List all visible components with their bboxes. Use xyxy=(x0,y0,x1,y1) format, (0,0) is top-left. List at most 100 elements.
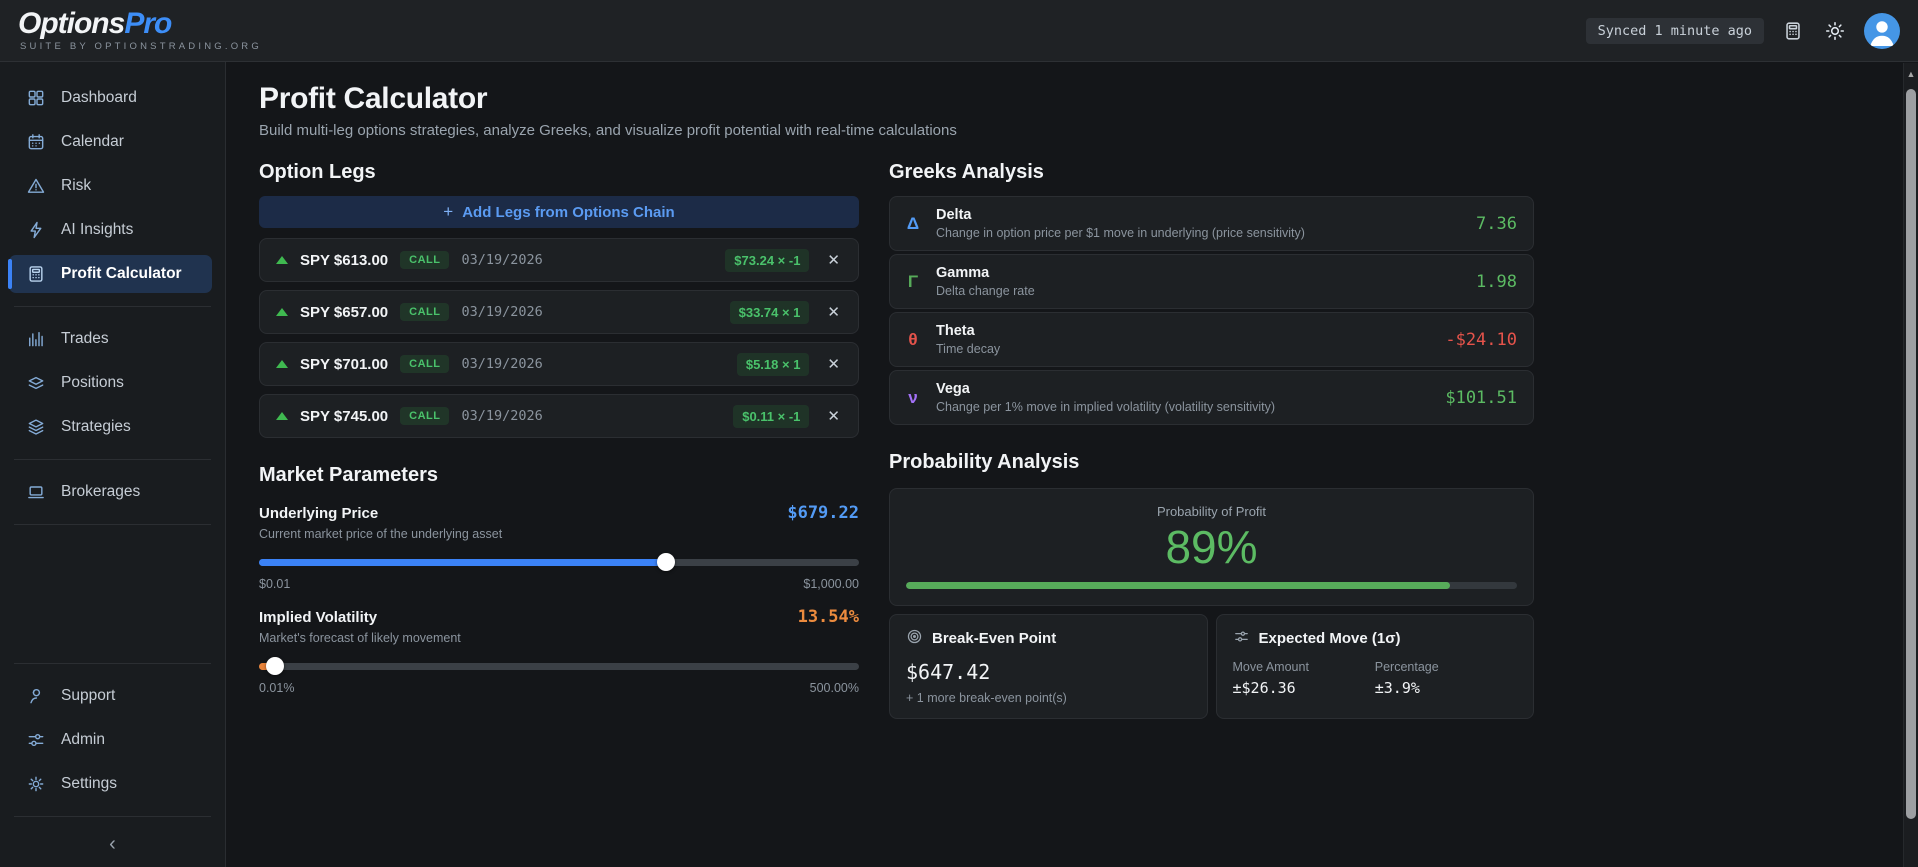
option-legs-heading: Option Legs xyxy=(259,161,376,183)
option-leg-row[interactable]: SPY $657.00 CALL 03/19/2026 $33.74 × 1 ✕ xyxy=(259,290,859,334)
add-legs-button[interactable]: + Add Legs from Options Chain xyxy=(259,196,859,228)
calculator-icon[interactable] xyxy=(1780,18,1806,44)
implied-volatility-parameter: Implied Volatility 13.54% Market's forec… xyxy=(259,607,859,695)
lightning-bolt-icon xyxy=(25,219,47,241)
bullish-triangle-icon xyxy=(276,256,288,264)
sidebar-item-strategies[interactable]: Strategies xyxy=(9,408,212,446)
move-amount-value: ±$26.36 xyxy=(1232,678,1296,697)
leg-expiry: 03/19/2026 xyxy=(461,356,543,372)
remove-leg-button[interactable]: ✕ xyxy=(821,249,846,272)
option-leg-row[interactable]: SPY $613.00 CALL 03/19/2026 $73.24 × -1 … xyxy=(259,238,859,282)
remove-leg-button[interactable]: ✕ xyxy=(821,301,846,324)
underlying-price-min: $0.01 xyxy=(259,577,291,591)
scrollbar-up-arrow[interactable]: ▲ xyxy=(1904,69,1918,79)
greek-description: Change per 1% move in implied volatility… xyxy=(936,400,1276,414)
probability-of-profit-value: 89% xyxy=(1165,521,1258,573)
sidebar-divider xyxy=(14,524,211,525)
gamma-symbol-icon: Γ xyxy=(907,271,919,291)
break-even-card: Break-Even Point $647.42 + 1 more break-… xyxy=(889,613,1208,719)
logo-tagline: SUITE BY OPTIONSTRADING.ORG xyxy=(20,41,262,52)
sidebar-item-positions[interactable]: Positions xyxy=(9,364,212,402)
sidebar-item-settings[interactable]: Settings xyxy=(9,765,212,803)
leg-symbol: SPY $745.00 xyxy=(300,407,389,425)
probability-progress-fill xyxy=(906,581,1450,589)
sidebar-item-label: Support xyxy=(61,687,116,704)
add-legs-button-label: Add Legs from Options Chain xyxy=(462,203,675,221)
sidebar-item-label: Profit Calculator xyxy=(61,265,182,282)
sidebar-item-label: Trades xyxy=(61,330,109,347)
leg-expiry: 03/19/2026 xyxy=(461,252,543,268)
sidebar-item-support[interactable]: Support xyxy=(9,677,212,715)
sidebar-item-calendar[interactable]: Calendar xyxy=(9,123,212,161)
probability-progress-bar xyxy=(906,581,1517,589)
greek-name: Gamma xyxy=(936,265,990,281)
break-even-value: $647.42 xyxy=(906,659,991,684)
greek-value: 1.98 xyxy=(1476,271,1517,292)
sidebar-divider xyxy=(14,816,211,817)
calendar-icon xyxy=(25,131,47,153)
greek-row-theta: θ Theta Time decay -$24.10 xyxy=(889,312,1534,367)
app-header: OptionsPro SUITE BY OPTIONSTRADING.ORG S… xyxy=(0,0,1918,62)
break-even-title: Break-Even Point xyxy=(932,630,1057,648)
plus-icon: + xyxy=(443,202,454,221)
leg-type-badge: CALL xyxy=(400,303,450,321)
greek-description: Delta change rate xyxy=(936,284,1035,298)
scrollbar-thumb[interactable] xyxy=(1906,89,1916,819)
option-leg-row[interactable]: SPY $745.00 CALL 03/19/2026 $0.11 × -1 ✕ xyxy=(259,394,859,438)
sliders-icon xyxy=(1233,628,1250,650)
support-person-icon xyxy=(25,685,47,707)
underlying-price-label: Underlying Price xyxy=(259,505,379,522)
sidebar-item-label: Risk xyxy=(61,177,92,194)
sidebar-collapse-button[interactable]: ‹ xyxy=(0,827,225,861)
greek-description: Time decay xyxy=(936,342,1001,356)
probability-analysis-heading: Probability Analysis xyxy=(889,451,1080,473)
leg-price-badge: $33.74 × 1 xyxy=(729,300,810,324)
layers-stack-icon xyxy=(25,416,47,438)
sidebar-item-dashboard[interactable]: Dashboard xyxy=(9,79,212,117)
leg-symbol: SPY $701.00 xyxy=(300,355,389,373)
implied-volatility-slider[interactable] xyxy=(259,657,859,675)
leg-expiry: 03/19/2026 xyxy=(461,304,543,320)
implied-volatility-description: Market's forecast of likely movement xyxy=(259,631,461,645)
sync-status-badge: Synced 1 minute ago xyxy=(1585,17,1764,44)
page-scrollbar[interactable]: ▲ xyxy=(1903,63,1918,867)
greek-description: Change in option price per $1 move in un… xyxy=(936,226,1305,240)
market-parameters-heading: Market Parameters xyxy=(259,464,438,486)
leg-expiry: 03/19/2026 xyxy=(461,408,543,424)
underlying-price-slider[interactable] xyxy=(259,553,859,571)
sidebar-item-label: AI Insights xyxy=(61,221,134,238)
greek-row-gamma: Γ Gamma Delta change rate 1.98 xyxy=(889,254,1534,309)
sidebar-item-label: Strategies xyxy=(61,418,131,435)
sidebar-item-admin[interactable]: Admin xyxy=(9,721,212,759)
slider-thumb[interactable] xyxy=(266,657,285,675)
vega-symbol-icon: ν xyxy=(908,387,918,407)
gear-icon xyxy=(25,773,47,795)
user-avatar[interactable] xyxy=(1864,12,1900,49)
option-leg-row[interactable]: SPY $701.00 CALL 03/19/2026 $5.18 × 1 ✕ xyxy=(259,342,859,386)
sidebar-item-brokerages[interactable]: Brokerages xyxy=(9,473,212,511)
greek-name: Theta xyxy=(936,323,975,339)
greek-row-vega: ν Vega Change per 1% move in implied vol… xyxy=(889,370,1534,425)
sidebar-item-profit-calculator[interactable]: Profit Calculator xyxy=(8,255,212,293)
warning-triangle-icon xyxy=(25,175,47,197)
greeks-list: Δ Delta Change in option price per $1 mo… xyxy=(889,196,1534,425)
close-icon: ✕ xyxy=(827,407,840,425)
sidebar-item-risk[interactable]: Risk xyxy=(9,167,212,205)
slider-thumb[interactable] xyxy=(657,553,676,571)
underlying-price-description: Current market price of the underlying a… xyxy=(259,527,503,541)
close-icon: ✕ xyxy=(827,355,840,373)
remove-leg-button[interactable]: ✕ xyxy=(821,405,846,428)
close-icon: ✕ xyxy=(827,251,840,269)
leg-symbol: SPY $657.00 xyxy=(300,303,389,321)
sidebar-item-ai-insights[interactable]: AI Insights xyxy=(9,211,212,249)
remove-leg-button[interactable]: ✕ xyxy=(821,353,846,376)
greek-value: -$24.10 xyxy=(1445,329,1517,350)
close-icon: ✕ xyxy=(827,303,840,321)
sliders-icon xyxy=(25,729,47,751)
greek-row-delta: Δ Delta Change in option price per $1 mo… xyxy=(889,196,1534,251)
sidebar-item-trades[interactable]: Trades xyxy=(9,320,212,358)
theme-toggle-sun-icon[interactable] xyxy=(1822,18,1848,44)
main-content: Profit Calculator Build multi-leg option… xyxy=(227,62,1904,867)
target-icon xyxy=(906,628,923,650)
delta-symbol-icon: Δ xyxy=(906,213,920,233)
